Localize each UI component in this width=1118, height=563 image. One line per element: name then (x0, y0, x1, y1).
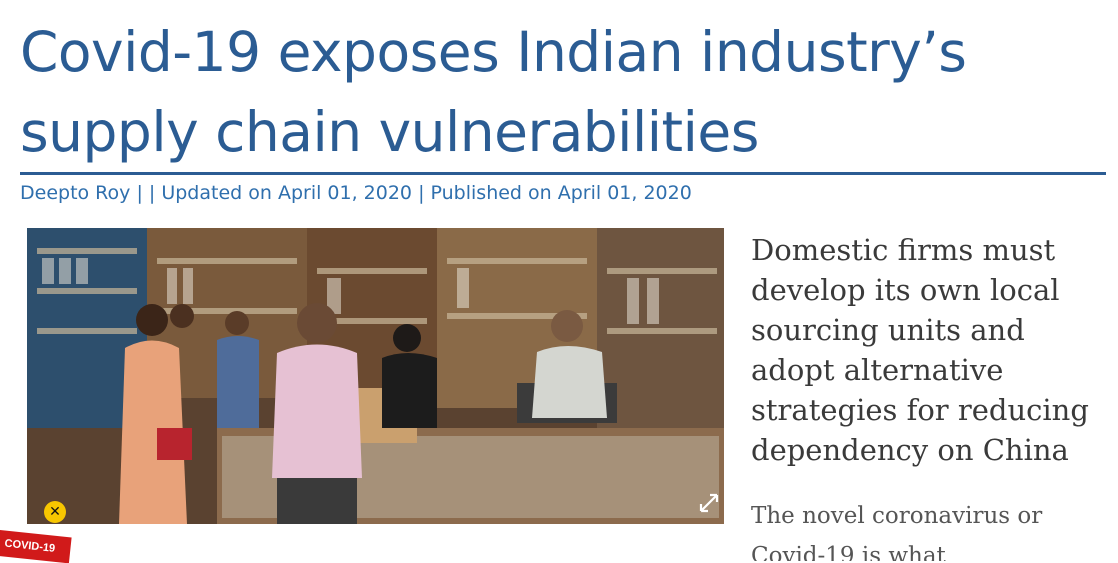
updated-date: Updated on April 01, 2020 (161, 182, 413, 204)
byline: Deepto Roy | | Updated on April 01, 2020… (20, 182, 692, 204)
headline-divider (20, 172, 1106, 175)
pharmacy-scene-illustration (27, 228, 724, 524)
article-headline: Covid-19 exposes Indian industry’s suppl… (20, 20, 967, 164)
article-summary: Domestic firms must develop its own loca… (751, 233, 1089, 467)
close-icon[interactable]: ✕ (44, 501, 66, 523)
expand-icon[interactable] (698, 492, 720, 514)
byline-divider: | (412, 182, 431, 204)
byline-separator: | | (130, 182, 162, 204)
article-body-preview: The novel coronavirus or Covid-19 is wha… (751, 503, 1043, 561)
author-link[interactable]: Deepto Roy (20, 182, 130, 204)
article-photo[interactable] (27, 228, 724, 524)
published-date: Published on April 01, 2020 (430, 182, 692, 204)
topic-tag[interactable]: COVID-19 (0, 530, 72, 563)
